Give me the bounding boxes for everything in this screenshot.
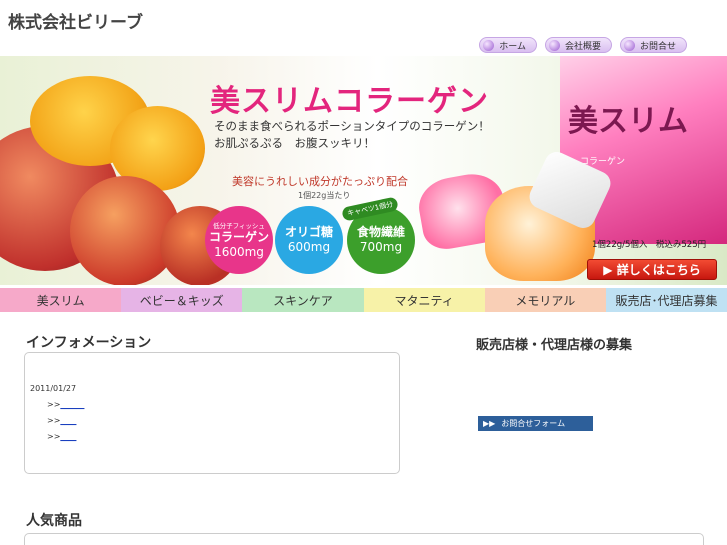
info-link[interactable]: >>____ bbox=[47, 416, 76, 425]
popular-box bbox=[24, 533, 704, 545]
badge-main: 食物繊維 bbox=[356, 225, 405, 239]
popular-heading: 人気商品 bbox=[26, 513, 82, 529]
top-nav: ホーム 会社概要 お問合せ bbox=[479, 37, 687, 53]
info-link-prefix: >> bbox=[47, 432, 61, 441]
hero-banner[interactable]: 美スリムコラーゲン そのまま食べられるポーションタイプのコラーゲン！ お肌ぷるぷ… bbox=[0, 56, 727, 285]
banner-title: 美スリムコラーゲン bbox=[210, 84, 489, 119]
category-tab-skincare[interactable]: スキンケア bbox=[242, 288, 364, 312]
ingredient-badge-collagen: 低分子フィッシュ コラーゲン 1600mg bbox=[205, 206, 273, 274]
serving-note: 1個22g当たり bbox=[298, 191, 351, 200]
info-link-prefix: >> bbox=[47, 416, 61, 425]
category-tab-dealer[interactable]: 販売店･代理店募集 bbox=[605, 288, 727, 312]
inquiry-form-button[interactable]: ▶▶ お問合せフォーム bbox=[478, 416, 593, 431]
badge-value: 1600mg bbox=[214, 245, 264, 259]
nav-home-label: ホーム bbox=[499, 41, 526, 52]
info-link[interactable]: >>______ bbox=[47, 400, 84, 409]
bullet-icon bbox=[548, 39, 560, 51]
category-tab-memorial[interactable]: メモリアル bbox=[484, 288, 606, 312]
nav-company-label: 会社概要 bbox=[564, 41, 601, 52]
banner-subtitle: 美容にうれしい成分がたっぷり配合 bbox=[232, 175, 408, 188]
price-text: 1個22g/5個入 税込み525円 bbox=[592, 240, 707, 250]
banner-subtitle: お肌ぷるぷる お腹スッキリ！ bbox=[214, 136, 375, 150]
badge-value: 600mg bbox=[287, 240, 331, 254]
banner-subtitle: そのまま食べられるポーションタイプのコラーゲン！ bbox=[214, 119, 490, 133]
double-arrow-icon: ▶▶ bbox=[483, 419, 496, 428]
nav-contact[interactable]: お問合せ bbox=[619, 37, 687, 53]
bullet-icon bbox=[483, 39, 495, 51]
info-link-text[interactable]: ______ bbox=[60, 400, 84, 409]
info-link-prefix: >> bbox=[47, 400, 61, 409]
category-nav: 美スリム ベビー＆キッズ スキンケア マタニティ メモリアル 販売店･代理店募集 bbox=[0, 288, 727, 312]
nav-contact-label: お問合せ bbox=[639, 41, 676, 52]
bullet-icon bbox=[623, 39, 635, 51]
product-title: 美スリム bbox=[568, 104, 688, 139]
ingredient-badge-oligo: オリゴ糖 600mg bbox=[275, 206, 343, 274]
info-link[interactable]: >>____ bbox=[47, 432, 76, 441]
site-logo[interactable]: 株式会社ビリーブ bbox=[8, 8, 143, 33]
badge-main: オリゴ糖 bbox=[284, 225, 333, 239]
category-tab-baby-kids[interactable]: ベビー＆キッズ bbox=[121, 288, 243, 312]
category-tab-bislim[interactable]: 美スリム bbox=[0, 288, 122, 312]
page: 株式会社ビリーブ ホーム 会社概要 お問合せ 美スリムコラーゲン そのまま食べら… bbox=[0, 0, 727, 545]
detail-button[interactable]: ▶ 詳しくはこちら bbox=[587, 259, 717, 280]
nav-company[interactable]: 会社概要 bbox=[544, 37, 612, 53]
info-box: 2011/01/27 >>______ >>____ >>____ bbox=[24, 352, 400, 474]
recruit-heading: 販売店様・代理店様の募集 bbox=[476, 338, 633, 353]
category-tab-maternity[interactable]: マタニティ bbox=[363, 288, 485, 312]
nav-home[interactable]: ホーム bbox=[479, 37, 537, 53]
badge-main: コラーゲン bbox=[208, 230, 269, 244]
info-heading: インフォメーション bbox=[26, 335, 152, 351]
inquiry-form-label: お問合せフォーム bbox=[501, 419, 566, 428]
info-link-text[interactable]: ____ bbox=[60, 416, 76, 425]
badge-value: 700mg bbox=[359, 240, 403, 254]
info-date: 2011/01/27 bbox=[30, 384, 77, 393]
badge-small: 低分子フィッシュ bbox=[213, 222, 265, 230]
info-link-text[interactable]: ____ bbox=[60, 432, 76, 441]
